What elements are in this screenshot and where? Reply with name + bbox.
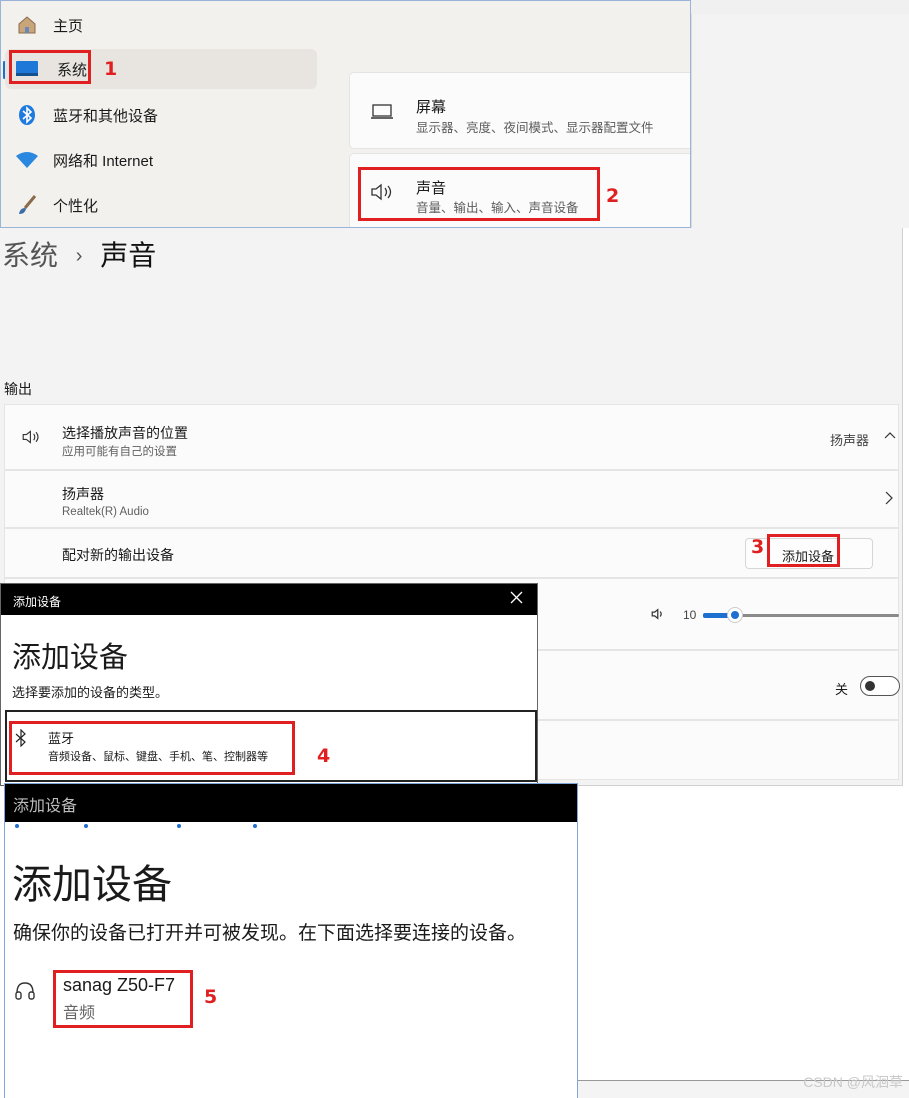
bluetooth-icon (15, 103, 39, 127)
close-icon[interactable] (510, 591, 523, 607)
chevron-right-icon (885, 491, 893, 510)
speaker-device-row[interactable]: 扬声器 Realtek(R) Audio (4, 470, 899, 528)
settings-window-crop: 主页 系统 蓝牙和其他设备 网络和 Internet 个性化 屏幕 显示器、亮度… (0, 0, 691, 228)
nav-item-personalization[interactable]: 个性化 (1, 185, 317, 225)
breadcrumb: 系统 › 声音 (2, 240, 157, 271)
brush-icon (15, 193, 39, 217)
wifi-icon (15, 148, 39, 172)
volume-value: 10 (683, 608, 697, 622)
background-window (691, 12, 909, 228)
dialog-heading: 添加设备 (12, 863, 172, 907)
dialog-window-title: 添加设备 (13, 798, 78, 815)
laptop-icon (370, 103, 394, 126)
nav-item-home[interactable]: 主页 (1, 5, 317, 45)
mono-audio-toggle[interactable] (860, 676, 900, 696)
bluetooth-icon (15, 728, 27, 752)
dialog-prompt: 确保你的设备已打开并可被发现。在下面选择要连接的设备。 (13, 923, 527, 944)
annotation-number-1: 1 (104, 58, 118, 80)
home-icon (15, 13, 39, 37)
discovered-device-item[interactable]: sanag Z50-F7 音频 (55, 970, 195, 1026)
searching-progress-dots (13, 824, 273, 830)
bluetooth-option[interactable]: 蓝牙 音频设备、鼠标、键盘、手机、笔、控制器等 (5, 710, 537, 782)
annotation-number-5: 5 (204, 986, 218, 1008)
system-card-screen[interactable]: 屏幕 显示器、亮度、夜间模式、显示器配置文件 (349, 72, 690, 149)
volume-slider-track[interactable] (703, 607, 899, 623)
choose-output-row[interactable]: 选择播放声音的位置 应用可能有自己的设置 扬声器 (4, 404, 899, 470)
nav-item-system[interactable]: 系统 (5, 49, 317, 89)
speaker-icon (370, 182, 396, 207)
toggle-state-label: 关 (835, 682, 849, 697)
watermark: CSDN @风洄草 (803, 1074, 903, 1090)
add-device-discovery-dialog: 添加设备 添加设备 确保你的设备已打开并可被发现。在下面选择要连接的设备。 sa… (4, 783, 578, 1098)
breadcrumb-parent[interactable]: 系统 (2, 240, 58, 271)
dialog-window-title: 添加设备 (13, 595, 62, 609)
page-title: 声音 (100, 240, 157, 271)
annotation-number-4: 4 (317, 745, 331, 767)
speaker-icon (21, 429, 43, 450)
dialog-titlebar: 添加设备 (1, 584, 537, 615)
nav-item-network[interactable]: 网络和 Internet (1, 140, 317, 180)
output-section-header: 输出 (4, 381, 32, 397)
system-card-sound[interactable]: 声音 音量、输出、输入、声音设备 (349, 153, 690, 227)
dialog-prompt: 选择要添加的设备的类型。 (12, 685, 169, 700)
volume-icon (651, 607, 667, 626)
volume-slider-thumb[interactable] (727, 607, 743, 623)
dialog-titlebar: 添加设备 (5, 784, 577, 822)
nav-item-bluetooth[interactable]: 蓝牙和其他设备 (1, 95, 317, 135)
selected-output-value: 扬声器 (830, 433, 870, 448)
pair-new-output-row: 配对新的输出设备 添加设备 (4, 528, 899, 578)
annotation-number-2: 2 (606, 185, 620, 207)
annotation-number-3: 3 (751, 536, 765, 558)
headset-icon (14, 980, 36, 1007)
add-device-dialog: 添加设备 添加设备 选择要添加的设备的类型。 蓝牙 音频设备、鼠标、键盘、手机、… (0, 583, 538, 786)
dialog-heading: 添加设备 (12, 642, 129, 674)
system-monitor-icon (15, 57, 39, 81)
chevron-up-icon[interactable] (884, 427, 896, 445)
